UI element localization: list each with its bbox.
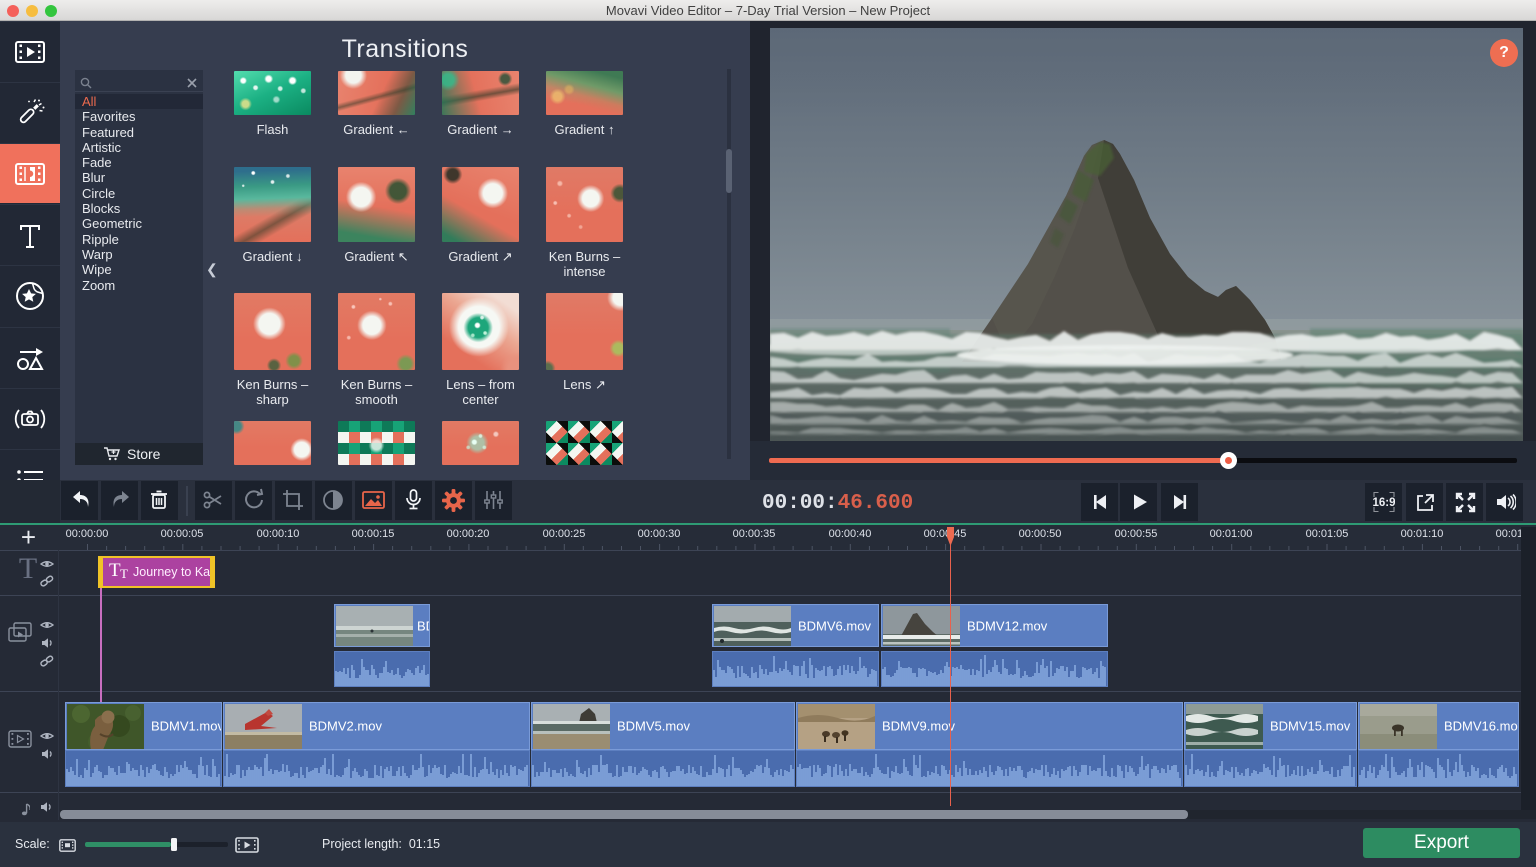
svg-text:16:9: 16:9 <box>1373 497 1395 509</box>
